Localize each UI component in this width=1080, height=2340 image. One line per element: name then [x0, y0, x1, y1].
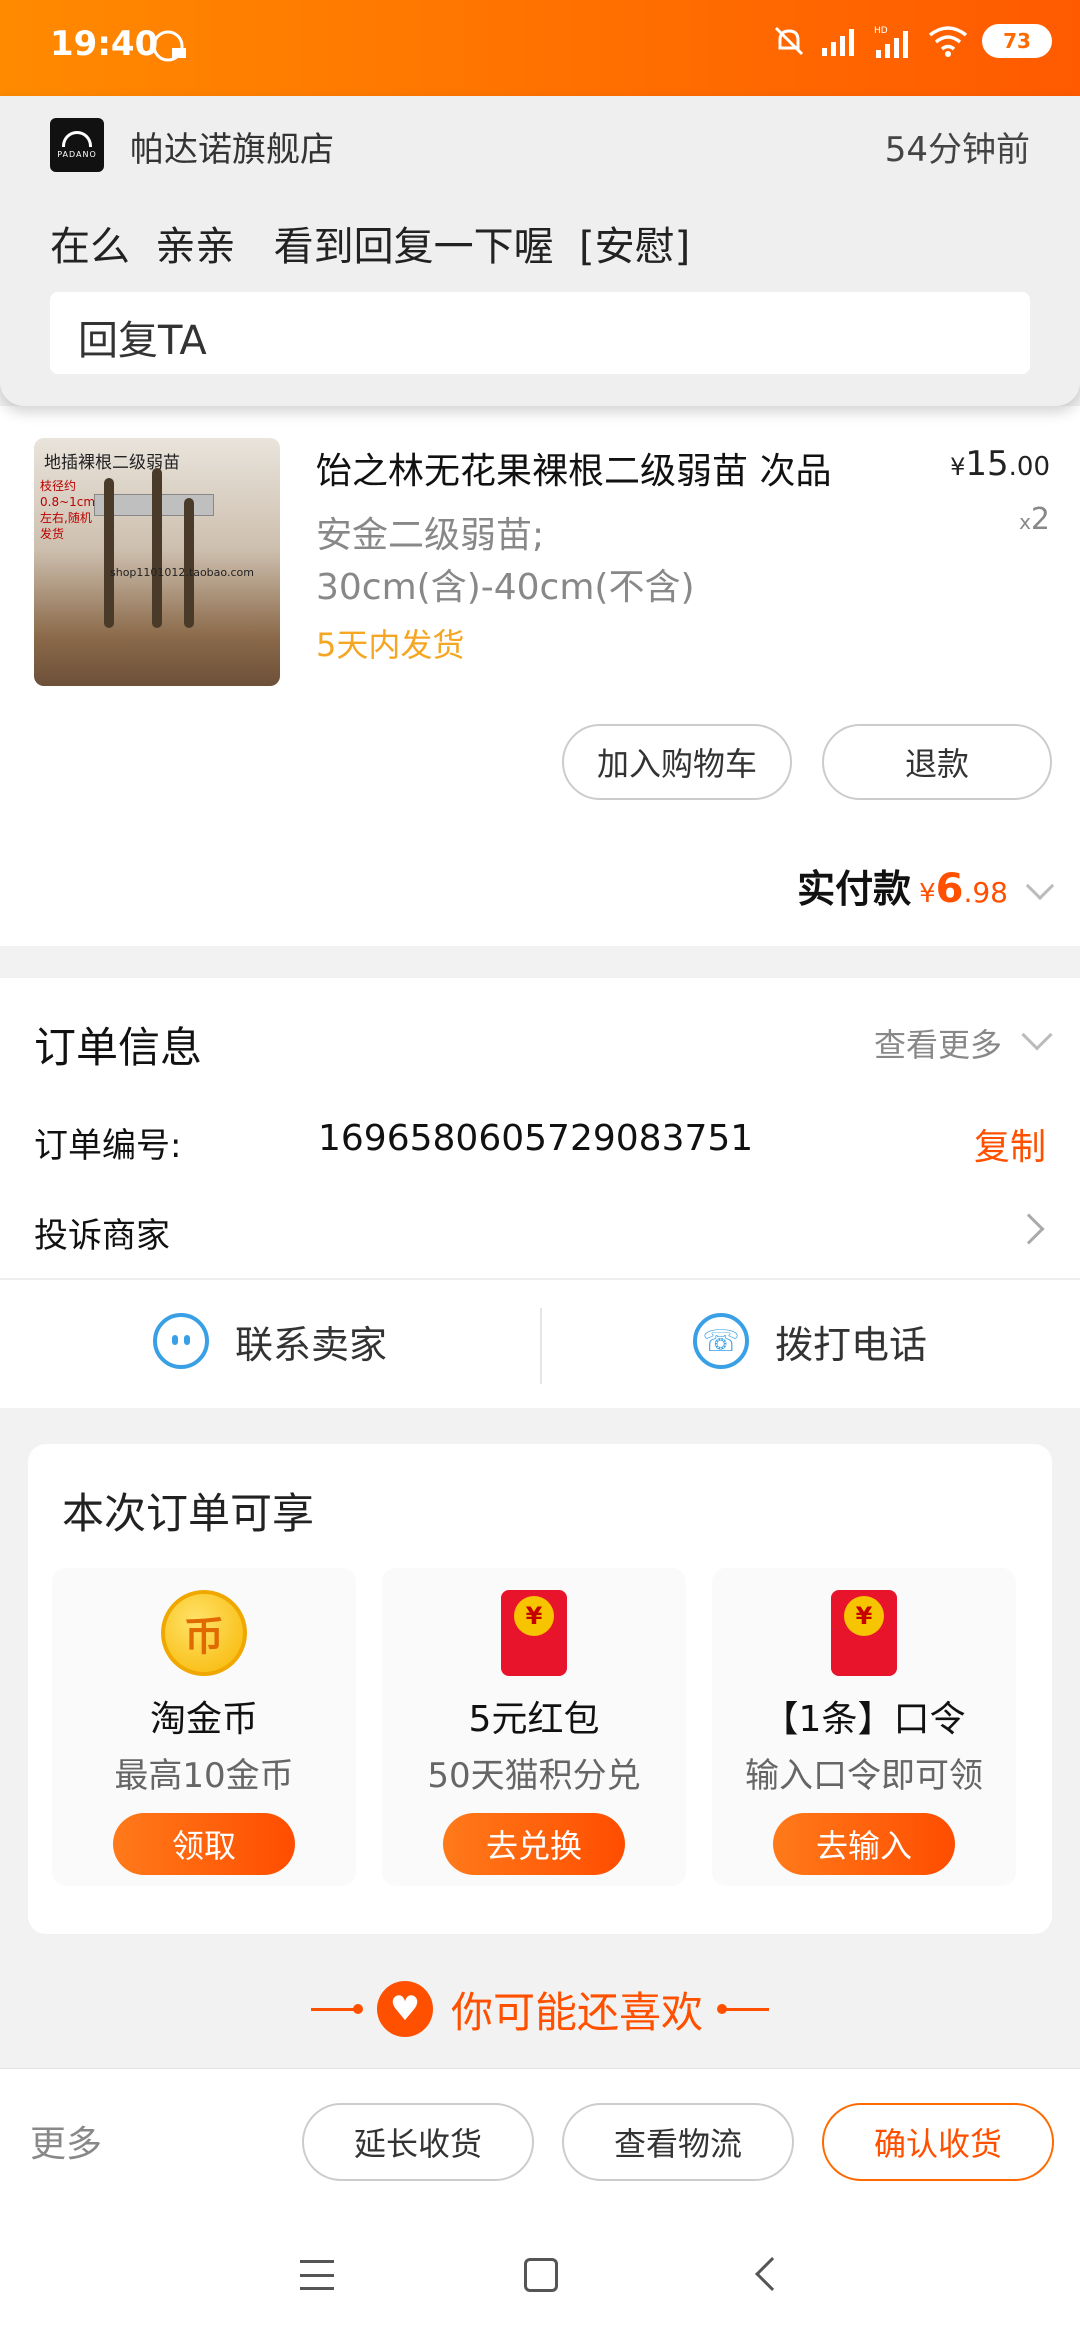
view-more-link[interactable]: 查看更多: [874, 1019, 1053, 1066]
chat-face-icon: [152, 1313, 209, 1369]
call-phone-label: 拨打电话: [774, 1322, 927, 1367]
notification-time: 54分钟前: [884, 130, 1030, 170]
chat-notification[interactable]: PADANO 帕达诺旗舰店 54分钟前 在么 亲亲 看到回复一下喔 [安慰] 回…: [0, 96, 1080, 406]
call-phone-button[interactable]: ☏ 拨打电话: [540, 1296, 1080, 1386]
wifi-icon: [928, 26, 968, 57]
signal-icon: [822, 29, 854, 56]
product-title[interactable]: 饴之林无花果裸根二级弱苗 次品: [316, 442, 916, 494]
product-image[interactable]: 地插裸根二级弱苗 枝径约0.8~1cm 左右,随机发货 shop1101012.…: [34, 438, 280, 686]
chevron-right-icon[interactable]: [1013, 1213, 1045, 1245]
chevron-down-icon[interactable]: [1025, 871, 1055, 901]
more-button[interactable]: 更多: [30, 2115, 102, 2167]
gold-coin-icon: 币: [161, 1590, 247, 1676]
notification-sender: 帕达诺旗舰店: [130, 130, 334, 170]
product-spec: 安金二级弱苗; 30cm(含)-40cm(不含): [316, 515, 695, 608]
order-number-value: 1696580605729083751: [318, 1118, 754, 1159]
complain-seller-link[interactable]: 投诉商家: [34, 1208, 170, 1257]
benefit-desc: 最高10金币: [114, 1756, 294, 1796]
notification-app-icon: [152, 30, 186, 62]
you-may-like-title: 你可能还喜欢: [450, 1987, 703, 2037]
notification-message: 在么 亲亲 看到回复一下喔 [安慰]: [50, 224, 691, 270]
shipping-note: 5天内发货: [316, 626, 465, 664]
status-bar: 19:40 HD 73: [0, 0, 1080, 96]
decor-line: [310, 2003, 363, 2014]
contact-seller-button[interactable]: 联系卖家: [0, 1296, 540, 1386]
reply-input[interactable]: 回复TA: [50, 292, 1030, 374]
add-to-cart-button[interactable]: 加入购物车: [562, 724, 792, 800]
recent-apps-icon[interactable]: [300, 2260, 334, 2290]
benefit-name: 淘金币: [149, 1699, 258, 1740]
confirm-receipt-button[interactable]: 确认收货: [822, 2103, 1054, 2181]
image-watermark: shop1101012.taobao.com: [110, 566, 254, 579]
image-caption-note: 枝径约0.8~1cm 左右,随机发货: [40, 479, 96, 541]
order-benefits-section: 本次订单可享 币 淘金币 最高10金币 领取 5元红包 50天猫积分兑 去兑换 …: [28, 1444, 1052, 1934]
chevron-down-icon: [1021, 1019, 1053, 1051]
benefit-desc: 50天猫积分兑: [427, 1756, 641, 1796]
order-number-label: 订单编号:: [34, 1126, 182, 1166]
refund-button[interactable]: 退款: [822, 724, 1052, 800]
claim-button[interactable]: 领取: [113, 1813, 295, 1875]
benefit-card-gold-coin[interactable]: 币 淘金币 最高10金币 领取: [52, 1568, 356, 1886]
paid-amount: ¥6.98: [919, 866, 1008, 912]
hd-signal-icon: HD: [874, 26, 908, 58]
heart-icon: ♥: [376, 1981, 433, 2037]
red-packet-icon: [831, 1590, 897, 1676]
benefit-name: 5元红包: [468, 1699, 600, 1740]
product-quantity: x2: [1019, 502, 1050, 537]
order-info-title: 订单信息: [34, 1023, 203, 1072]
order-info-section: 订单信息 查看更多 订单编号: 1696580605729083751 复制 投…: [0, 978, 1080, 1408]
mute-icon: [774, 26, 804, 56]
divider: [0, 1278, 1080, 1280]
benefit-card-passcode[interactable]: 【1条】口令 输入口令即可领 去输入: [712, 1568, 1016, 1886]
back-icon[interactable]: [755, 2257, 789, 2291]
benefit-desc: 输入口令即可领: [745, 1756, 983, 1796]
you-may-like-header: ♥ 你可能还喜欢: [0, 1974, 1080, 2044]
status-icons: HD 73: [772, 24, 1052, 58]
paid-label: 实付款: [797, 867, 912, 911]
exchange-button[interactable]: 去兑换: [443, 1813, 625, 1875]
store-logo-icon: PADANO: [50, 118, 104, 172]
decor-line: [717, 2003, 769, 2014]
home-icon[interactable]: [524, 2258, 558, 2292]
svg-text:HD: HD: [874, 26, 888, 36]
copy-button[interactable]: 复制: [974, 1118, 1046, 1170]
extend-receipt-button[interactable]: 延长收货: [302, 2103, 534, 2181]
paid-amount-row[interactable]: 实付款 ¥6.98: [797, 858, 1055, 913]
product-price: ¥15.00: [950, 444, 1050, 484]
benefit-name: 【1条】口令: [762, 1699, 966, 1740]
status-time: 19:40: [50, 24, 159, 64]
benefits-title: 本次订单可享: [62, 1489, 315, 1538]
battery-icon: 73: [982, 24, 1052, 58]
system-nav-bar: [0, 2210, 1080, 2340]
enter-passcode-button[interactable]: 去输入: [773, 1813, 955, 1875]
view-logistics-button[interactable]: 查看物流: [562, 2103, 794, 2181]
order-action-bar: 更多 延长收货 查看物流 确认收货: [0, 2068, 1080, 2210]
red-packet-icon: [501, 1590, 567, 1676]
phone-icon: ☏: [692, 1313, 749, 1369]
benefit-card-red-packet[interactable]: 5元红包 50天猫积分兑 去兑换: [382, 1568, 686, 1886]
product-card: 地插裸根二级弱苗 枝径约0.8~1cm 左右,随机发货 shop1101012.…: [0, 406, 1080, 946]
contact-seller-label: 联系卖家: [234, 1322, 387, 1367]
